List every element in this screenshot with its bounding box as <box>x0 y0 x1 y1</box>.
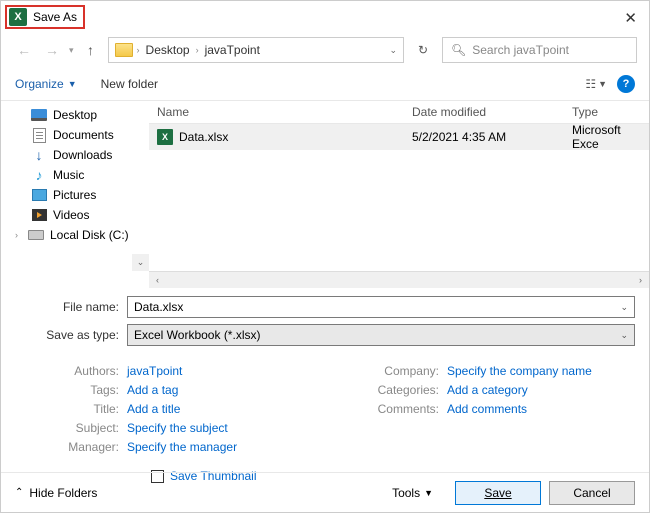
filename-label: File name: <box>15 300 127 314</box>
search-input[interactable]: 🔍︎ Search javaTpoint <box>442 37 637 63</box>
titlebar: X Save As ✕ <box>1 1 649 33</box>
meta-label-tags: Tags: <box>15 383 127 397</box>
back-icon[interactable]: ← <box>13 39 35 61</box>
title-highlight: X Save As <box>5 5 85 29</box>
help-icon[interactable]: ? <box>617 75 635 93</box>
savetype-label: Save as type: <box>15 328 127 342</box>
meta-label-comments: Comments: <box>335 402 447 416</box>
meta-value-categories[interactable]: Add a category <box>447 383 528 397</box>
new-folder-button[interactable]: New folder <box>101 77 158 91</box>
file-list: Name Date modified Type XData.xlsx 5/2/2… <box>149 101 649 271</box>
tree-item-documents[interactable]: Documents <box>1 125 149 145</box>
metadata-area: Authors:javaTpoint Tags:Add a tag Title:… <box>1 360 649 461</box>
forward-icon: → <box>41 39 63 61</box>
chevron-right-icon[interactable]: › <box>196 45 199 55</box>
meta-value-comments[interactable]: Add comments <box>447 402 527 416</box>
close-icon[interactable]: ✕ <box>624 9 637 27</box>
search-icon: 🔍︎ <box>451 43 466 57</box>
column-name[interactable]: Name <box>149 101 404 123</box>
videos-icon <box>32 209 47 221</box>
tree-item-videos[interactable]: Videos <box>1 205 149 225</box>
chevron-down-icon: ▼ <box>68 79 77 89</box>
meta-value-tags[interactable]: Add a tag <box>127 383 178 397</box>
address-dropdown-icon[interactable]: ⌄ <box>389 45 397 56</box>
meta-label-subject: Subject: <box>15 421 127 435</box>
meta-label-title: Title: <box>15 402 127 416</box>
column-date[interactable]: Date modified <box>404 101 564 123</box>
meta-value-manager[interactable]: Specify the manager <box>127 440 237 454</box>
disk-icon <box>28 230 44 240</box>
save-button[interactable]: Save <box>455 481 541 505</box>
tree-item-desktop[interactable]: Desktop <box>1 105 149 125</box>
meta-value-subject[interactable]: Specify the subject <box>127 421 228 435</box>
organize-button[interactable]: Organize ▼ <box>15 77 77 91</box>
search-placeholder: Search javaTpoint <box>472 43 569 57</box>
pictures-icon <box>32 189 47 201</box>
chevron-right-icon[interactable]: › <box>15 230 18 240</box>
refresh-icon[interactable]: ↻ <box>410 37 436 63</box>
filename-input[interactable]: Data.xlsx ⌄ <box>127 296 635 318</box>
folder-tree: Desktop Documents ↓Downloads ♪Music Pict… <box>1 101 149 271</box>
meta-value-title[interactable]: Add a title <box>127 402 180 416</box>
documents-icon <box>33 128 46 143</box>
hide-folders-button[interactable]: ⌃ Hide Folders <box>15 486 97 500</box>
chevron-right-icon[interactable]: › <box>137 45 140 55</box>
tree-item-localdisk[interactable]: ›Local Disk (C:) <box>1 225 149 245</box>
view-icon: ☷ <box>585 77 596 91</box>
tree-item-pictures[interactable]: Pictures <box>1 185 149 205</box>
toolbar: Organize ▼ New folder ☷ ▼ ? <box>1 67 649 101</box>
chevron-down-icon[interactable]: ⌄ <box>620 302 628 313</box>
meta-label-authors: Authors: <box>15 364 127 378</box>
folder-icon <box>115 43 133 57</box>
bottom-bar: ⌃ Hide Folders Tools ▼ Save Cancel <box>1 472 649 512</box>
chevron-down-icon[interactable]: ⌄ <box>620 330 628 341</box>
scroll-right-icon[interactable]: › <box>632 272 649 289</box>
excel-app-icon: X <box>9 8 27 26</box>
up-icon[interactable]: ↑ <box>80 39 102 61</box>
music-icon: ♪ <box>31 168 47 182</box>
meta-value-company[interactable]: Specify the company name <box>447 364 592 378</box>
tools-button[interactable]: Tools ▼ <box>392 486 447 500</box>
desktop-icon <box>31 109 47 121</box>
scroll-left-icon[interactable]: ‹ <box>149 272 166 289</box>
breadcrumb-item[interactable]: Desktop <box>144 43 192 57</box>
address-bar[interactable]: › Desktop › javaTpoint ⌄ <box>108 37 404 63</box>
view-options-button[interactable]: ☷ ▼ <box>585 77 607 91</box>
main-area: Desktop Documents ↓Downloads ♪Music Pict… <box>1 101 649 271</box>
history-dropdown-icon[interactable]: ▾ <box>69 45 74 56</box>
form-area: File name: Data.xlsx ⌄ Save as type: Exc… <box>1 288 649 360</box>
window-title: Save As <box>33 10 77 24</box>
tree-item-music[interactable]: ♪Music <box>1 165 149 185</box>
navigation-bar: ← → ▾ ↑ › Desktop › javaTpoint ⌄ ↻ 🔍︎ Se… <box>1 33 649 67</box>
file-row[interactable]: XData.xlsx 5/2/2021 4:35 AM Microsoft Ex… <box>149 124 649 150</box>
meta-label-categories: Categories: <box>335 383 447 397</box>
savetype-dropdown[interactable]: Excel Workbook (*.xlsx) ⌄ <box>127 324 635 346</box>
tree-scroll-down-icon[interactable]: ⌄ <box>132 254 149 271</box>
chevron-up-icon: ⌃ <box>15 487 23 498</box>
meta-label-manager: Manager: <box>15 440 127 454</box>
cancel-button[interactable]: Cancel <box>549 481 635 505</box>
meta-value-authors[interactable]: javaTpoint <box>127 364 182 378</box>
chevron-down-icon: ▼ <box>424 488 433 498</box>
tree-item-downloads[interactable]: ↓Downloads <box>1 145 149 165</box>
horizontal-scrollbar[interactable]: ‹ › <box>149 271 649 288</box>
excel-file-icon: X <box>157 129 173 145</box>
meta-label-company: Company: <box>335 364 447 378</box>
downloads-icon: ↓ <box>31 148 47 162</box>
breadcrumb-item[interactable]: javaTpoint <box>203 43 262 57</box>
